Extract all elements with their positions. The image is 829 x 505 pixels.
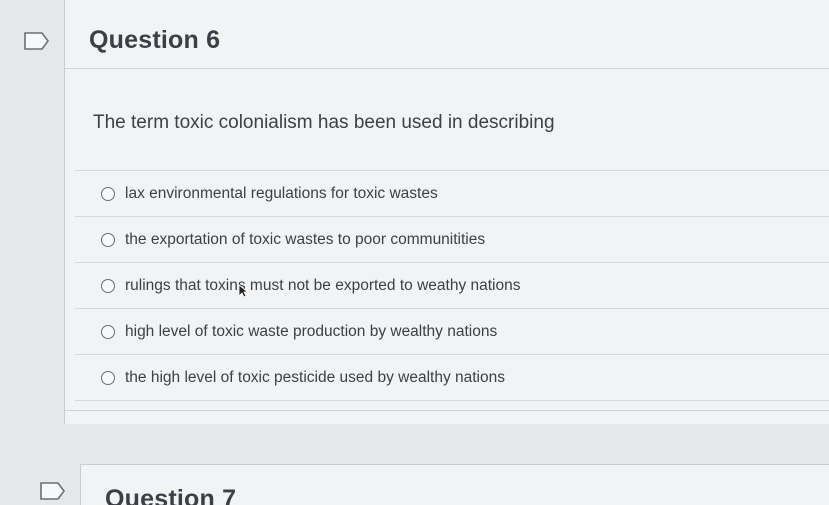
answer-option-label: the exportation of toxic wastes to poor … — [125, 230, 486, 248]
flag-question-6-icon[interactable] — [24, 32, 50, 50]
question-7-card: Question 7 — [80, 464, 829, 505]
answer-option-label: the high level of toxic pesticide used b… — [125, 368, 505, 386]
answer-options: lax environmental regulations for toxic … — [75, 170, 829, 401]
question-6-header: Question 6 — [65, 0, 829, 69]
question-6-prompt: The term toxic colonialism has been used… — [93, 112, 555, 133]
mouse-pointer-icon — [238, 284, 249, 298]
quiz-page: Question 6 The term toxic colonialism ha… — [0, 0, 829, 505]
answer-option-label: rulings that toxins must not be exported… — [125, 276, 521, 294]
answer-option-3[interactable]: rulings that toxins must not be exported… — [75, 263, 829, 309]
question-6-card: Question 6 The term toxic colonialism ha… — [64, 0, 829, 424]
answer-option-label: lax environmental regulations for toxic … — [125, 184, 438, 202]
answer-option-1[interactable]: lax environmental regulations for toxic … — [75, 170, 829, 217]
radio-unselected-icon[interactable] — [101, 232, 115, 247]
flag-question-7-icon[interactable] — [40, 482, 66, 500]
radio-unselected-icon[interactable] — [101, 324, 115, 339]
question-7-title: Question 7 — [105, 485, 237, 505]
answer-option-5[interactable]: the high level of toxic pesticide used b… — [75, 355, 829, 401]
question-6-title: Question 6 — [89, 26, 221, 54]
radio-unselected-icon[interactable] — [101, 370, 115, 385]
question-6-footer-divider — [65, 410, 829, 411]
radio-unselected-icon[interactable] — [101, 278, 115, 293]
radio-unselected-icon[interactable] — [101, 186, 115, 201]
answer-option-label: high level of toxic waste production by … — [125, 322, 498, 340]
answer-option-4[interactable]: high level of toxic waste production by … — [75, 309, 829, 355]
answer-option-2[interactable]: the exportation of toxic wastes to poor … — [75, 217, 829, 263]
